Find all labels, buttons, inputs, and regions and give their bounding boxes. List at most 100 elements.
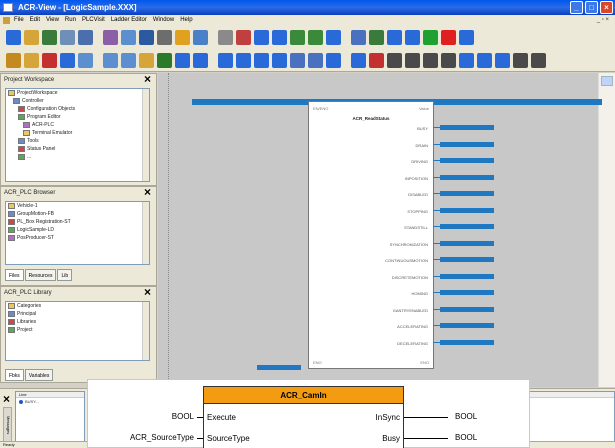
- menu-plcvisit[interactable]: PLCVisit: [82, 15, 105, 26]
- menu-view[interactable]: View: [46, 15, 59, 26]
- pin-output-variable[interactable]: [440, 141, 494, 147]
- tree-item[interactable]: Tools: [6, 137, 149, 145]
- tree-item[interactable]: Program Editor: [6, 113, 149, 121]
- pin-output-variable[interactable]: [440, 240, 494, 246]
- grid-icon[interactable]: [157, 52, 172, 68]
- tree-item[interactable]: Terminal Emulator: [6, 129, 149, 137]
- menu-ladder-editor[interactable]: Ladder Editor: [111, 15, 147, 26]
- toggle-icon[interactable]: [218, 30, 233, 45]
- step-icon[interactable]: [193, 52, 208, 68]
- zoom-in-icon[interactable]: [272, 30, 287, 45]
- output-vertical-tab[interactable]: Messages: [3, 407, 12, 443]
- print-icon[interactable]: [60, 30, 75, 45]
- upload-icon[interactable]: [405, 30, 420, 45]
- save-icon[interactable]: [42, 30, 57, 45]
- plc-library-scrollbar[interactable]: [142, 302, 149, 360]
- project-workspace-close-button[interactable]: ×: [144, 73, 151, 85]
- plc-browser-close-button[interactable]: ×: [144, 186, 151, 198]
- tree-item[interactable]: Configuration Objects: [6, 105, 149, 113]
- net-icon[interactable]: [308, 52, 323, 68]
- fb-icon[interactable]: [495, 52, 510, 68]
- pin-output-variable[interactable]: [440, 191, 494, 196]
- library-icon[interactable]: [42, 52, 57, 68]
- tab-lib[interactable]: Lib: [57, 269, 73, 281]
- tree-item[interactable]: Project: [6, 326, 149, 334]
- play-icon[interactable]: [423, 30, 438, 45]
- tree-item[interactable]: ...: [6, 153, 149, 161]
- tree-item[interactable]: Categories: [6, 302, 149, 310]
- plc-library-close-button[interactable]: ×: [144, 286, 151, 298]
- tree-item[interactable]: Controller: [6, 97, 149, 105]
- up-icon[interactable]: [326, 52, 341, 68]
- pin-output-variable[interactable]: [440, 125, 494, 130]
- error-icon[interactable]: [369, 52, 384, 68]
- contact-n-icon[interactable]: [441, 52, 456, 68]
- tree-item[interactable]: GroupMotion-FB: [6, 210, 149, 218]
- step-over-icon[interactable]: [218, 52, 233, 68]
- tree-item[interactable]: Vehicle-1: [6, 202, 149, 210]
- menu-file[interactable]: File: [14, 15, 24, 26]
- tab-files[interactable]: Files: [5, 269, 24, 281]
- camin-input-sourcetype[interactable]: SourceType: [207, 434, 250, 443]
- info-icon[interactable]: [459, 30, 474, 45]
- tree-item[interactable]: ProjectWorkspace: [6, 89, 149, 97]
- pin-output-variable[interactable]: [440, 273, 494, 279]
- scrollbar-thumb[interactable]: [601, 76, 613, 86]
- right-icon[interactable]: [308, 30, 323, 45]
- find-icon[interactable]: [193, 30, 208, 45]
- download-icon[interactable]: [387, 30, 402, 45]
- zoom-icon[interactable]: [103, 52, 118, 68]
- close-button[interactable]: ×: [600, 1, 613, 14]
- ladder-icon[interactable]: [513, 52, 528, 68]
- camin-output-busy[interactable]: Busy: [382, 434, 400, 443]
- redo-icon[interactable]: [157, 30, 172, 45]
- pin-output-variable[interactable]: [440, 158, 494, 163]
- delete-icon[interactable]: [175, 30, 190, 45]
- menu-window[interactable]: Window: [153, 15, 174, 26]
- tree-item[interactable]: PL_Box Registration-ST: [6, 218, 149, 226]
- coil-set-icon[interactable]: [459, 52, 474, 68]
- tree-item[interactable]: PosProducer-ST: [6, 234, 149, 242]
- tree-item[interactable]: Status Panel: [6, 145, 149, 153]
- tab-variables[interactable]: Variables: [24, 369, 54, 381]
- arrow-icon[interactable]: [236, 30, 251, 45]
- maximize-button[interactable]: □: [585, 1, 598, 14]
- pin-output-variable[interactable]: [440, 257, 494, 262]
- pin-output-variable[interactable]: [440, 339, 494, 345]
- break-icon[interactable]: [236, 52, 251, 68]
- branch-icon[interactable]: [272, 52, 287, 68]
- pin-output-variable[interactable]: [440, 224, 494, 229]
- editor-vertical-scrollbar[interactable]: [598, 73, 615, 387]
- stop-icon[interactable]: [441, 30, 456, 45]
- camin-input-execute[interactable]: Execute: [207, 413, 236, 422]
- zoom-fit-icon[interactable]: [121, 52, 136, 68]
- left-icon[interactable]: [290, 30, 305, 45]
- contact-nc-icon[interactable]: [405, 52, 420, 68]
- project-tree-scrollbar[interactable]: [142, 89, 149, 181]
- pin-output-variable[interactable]: [440, 323, 494, 328]
- open-icon[interactable]: [24, 30, 39, 45]
- contact-no-icon[interactable]: [387, 52, 402, 68]
- tab-resources[interactable]: Resources: [24, 269, 57, 281]
- coil-reset-icon[interactable]: [477, 52, 492, 68]
- menu-edit[interactable]: Edit: [30, 15, 40, 26]
- paste-icon[interactable]: [121, 30, 136, 45]
- list-item[interactable]: BUSY...: [16, 398, 84, 405]
- undo-icon[interactable]: [139, 30, 154, 45]
- camin-output-insync[interactable]: InSync: [376, 413, 400, 422]
- rung-icon[interactable]: [6, 52, 21, 68]
- pin-output-variable[interactable]: [440, 306, 494, 312]
- minimize-button[interactable]: _: [570, 1, 583, 14]
- plc-browser-scrollbar[interactable]: [142, 202, 149, 264]
- cut-icon[interactable]: [78, 30, 93, 45]
- zoom-out-icon[interactable]: [254, 30, 269, 45]
- function-block-camin[interactable]: ACR_CamIn Execute SourceType InSync Busy: [203, 386, 404, 448]
- tree-item[interactable]: Libraries: [6, 318, 149, 326]
- tree-item[interactable]: LogicSample-LD: [6, 226, 149, 234]
- task-icon[interactable]: [60, 52, 75, 68]
- tab-fbks[interactable]: Fbks: [5, 369, 24, 381]
- go-icon[interactable]: [175, 52, 190, 68]
- mdi-controls[interactable]: _ ▫ ×: [597, 15, 609, 26]
- monitor-icon[interactable]: [139, 52, 154, 68]
- pause-icon[interactable]: [254, 52, 269, 68]
